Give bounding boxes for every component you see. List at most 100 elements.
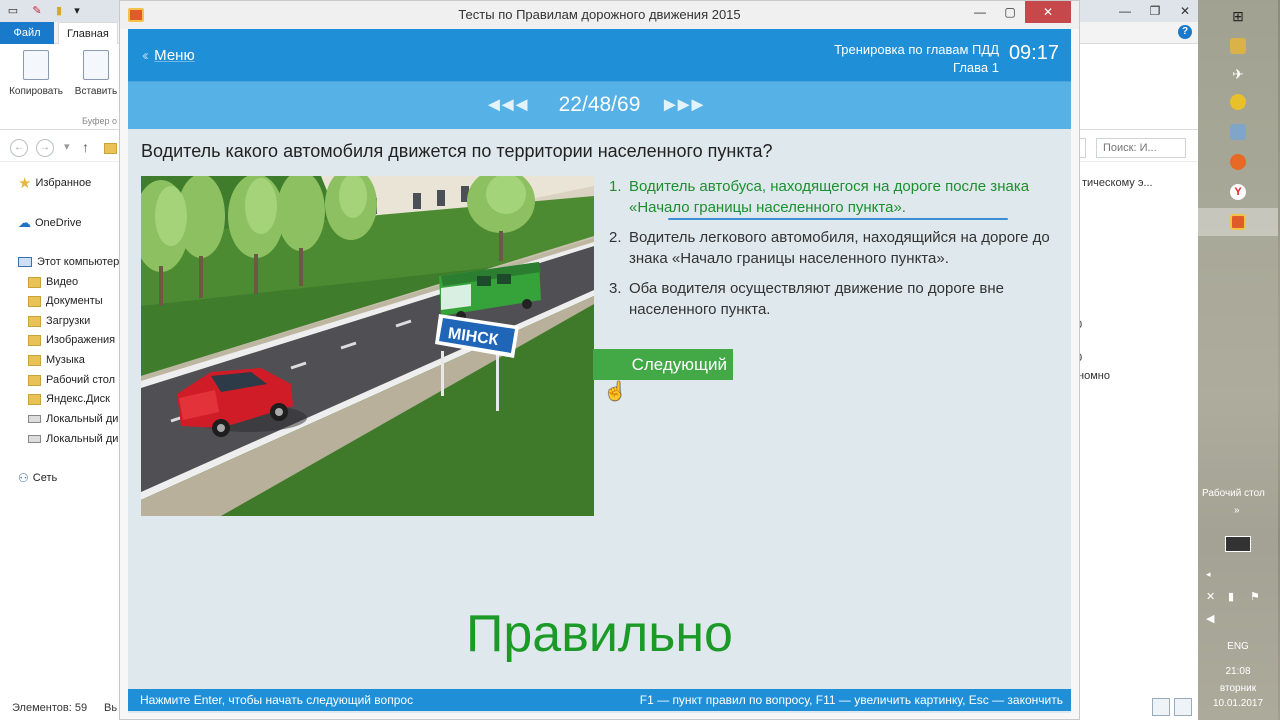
sidebar-item-label: Музыка — [46, 354, 85, 366]
taskbar-app-pdd[interactable] — [1198, 208, 1278, 236]
sidebar-item-desktop[interactable]: Рабочий стол — [28, 371, 115, 389]
sidebar-item-music[interactable]: Музыка — [28, 351, 85, 369]
question-text: Водитель какого автомобиля движется по т… — [141, 141, 773, 161]
airplane-icon: ✈ — [1232, 65, 1244, 82]
pdd-test-window: Тесты по Правилам дорожного движения 201… — [119, 0, 1080, 720]
folder-icon — [28, 315, 41, 327]
minimize-icon[interactable]: — — [965, 1, 995, 23]
taskbar-tray: ⊞ ✈ Y Рабочий стол » ◂ ✕ ▮ ⚑ ◀ ENG 21:08… — [1198, 0, 1280, 720]
sidebar-item-downloads[interactable]: Загрузки — [28, 312, 90, 330]
menu-button[interactable]: ‹‹ Меню — [142, 47, 195, 64]
timer: 09:17 — [1008, 42, 1059, 64]
up-icon[interactable]: ↑ — [82, 139, 89, 155]
sidebar-item-local-disk-2[interactable]: Локальный ди — [28, 430, 118, 448]
minimize-icon[interactable]: — — [1110, 0, 1140, 22]
answer-list: 1. Водитель автобуса, находящегося на до… — [609, 177, 1059, 330]
status-item-count: Элементов: 59 — [12, 702, 88, 714]
photos-icon — [1230, 124, 1246, 140]
answer-number: 2. — [609, 229, 622, 246]
question-illustration[interactable]: МІНСК — [141, 176, 594, 516]
search-input[interactable] — [1096, 138, 1186, 158]
quick-access-dropdown-icon[interactable]: ▾ — [70, 4, 84, 18]
tab-home[interactable]: Главная — [58, 22, 118, 44]
sidebar-item-local-disk-1[interactable]: Локальный ди — [28, 410, 118, 428]
folder-icon — [104, 143, 117, 154]
details-view-icon[interactable] — [1152, 698, 1170, 716]
action-center-icon[interactable]: ⚑ — [1250, 590, 1260, 603]
clock-time[interactable]: 21:08 — [1198, 666, 1278, 677]
copy-label: Копировать — [9, 86, 63, 97]
next-question-arrow[interactable]: ►►► — [660, 94, 707, 117]
firefox-icon — [1230, 154, 1246, 170]
sidebar-item-video[interactable]: Видео — [28, 273, 78, 291]
sidebar-item-network[interactable]: ⚇ Сеть — [18, 469, 57, 487]
sidebar-item-favorites[interactable]: ★ Избранное — [18, 174, 91, 192]
navigation-pane: ★ Избранное ☁ OneDrive Этот компьютер Ви… — [0, 170, 125, 690]
answer-option-2[interactable]: 2. Водитель легкового автомобиля, находя… — [609, 228, 1059, 269]
large-icons-view-icon[interactable] — [1174, 698, 1192, 716]
app-window-controls: — ▢ ✕ — [965, 1, 1071, 23]
result-message: Правильно — [466, 605, 733, 663]
paste-label: Вставить — [74, 86, 118, 97]
recent-dropdown-icon[interactable]: ▾ — [64, 140, 70, 153]
taskbar-app-yandex[interactable]: Y — [1198, 178, 1278, 206]
question-counter: 22/48/69 — [558, 93, 641, 116]
help-icon[interactable]: ? — [1178, 25, 1192, 39]
sidebar-item-documents[interactable]: Документы — [28, 292, 103, 310]
sidebar-item-label: Этот компьютер — [37, 256, 120, 268]
new-folder-icon[interactable]: ▮ — [52, 4, 66, 18]
taskbar-app-photos[interactable] — [1198, 118, 1278, 146]
paste-icon — [83, 50, 109, 80]
close-icon[interactable]: ✕ — [1170, 0, 1200, 22]
view-switcher — [1152, 698, 1192, 716]
folder-icon — [28, 393, 41, 405]
taskbar-app-plane[interactable]: ✈ — [1198, 60, 1278, 88]
maximize-icon[interactable]: ▢ — [995, 1, 1025, 23]
maximize-icon[interactable]: ❐ — [1140, 0, 1170, 22]
menu-label: Меню — [154, 47, 195, 64]
sidebar-item-label: Локальный ди — [46, 413, 119, 425]
clipboard-group-label: Буфер о — [82, 116, 118, 126]
hint-footer: Нажмите Enter, чтобы начать следующий во… — [128, 689, 1071, 711]
battery-icon[interactable]: ▮ — [1228, 590, 1234, 603]
properties-icon[interactable]: ✎ — [30, 4, 44, 18]
start-icon[interactable]: ⊞ — [1198, 2, 1278, 30]
sidebar-item-label: OneDrive — [35, 217, 82, 229]
computer-icon — [18, 257, 32, 267]
answer-option-1[interactable]: 1. Водитель автобуса, находящегося на до… — [609, 177, 1059, 218]
taskbar-app-explorer[interactable] — [1198, 32, 1278, 60]
tab-file[interactable]: Файл — [0, 22, 54, 44]
file-list-text: номно — [1078, 370, 1110, 382]
sidebar-item-label: Загрузки — [46, 315, 91, 327]
keyboard-icon[interactable] — [1225, 536, 1251, 552]
network-status-icon[interactable]: ✕ — [1206, 590, 1215, 603]
app-titlebar: Тесты по Правилам дорожного движения 201… — [120, 1, 1079, 29]
answer-text: Водитель автобуса, находящегося на дорог… — [629, 178, 1030, 216]
sidebar-item-yandex-disk[interactable]: Яндекс.Диск — [28, 390, 110, 408]
hand-cursor-icon: ☝ — [604, 381, 627, 401]
taskbar-app-warning[interactable] — [1198, 88, 1278, 116]
copy-button[interactable]: Копировать — [6, 50, 66, 97]
sidebar-item-pictures[interactable]: Изображения — [28, 331, 115, 349]
sidebar-item-label: Видео — [46, 276, 79, 288]
paste-button[interactable]: Вставить — [66, 50, 126, 97]
explorer-icon — [1230, 38, 1246, 54]
drive-icon — [28, 435, 41, 443]
folder-icon — [28, 295, 41, 307]
close-icon[interactable]: ✕ — [1025, 1, 1071, 23]
back-icon[interactable]: ← — [10, 139, 28, 157]
chevron-down-icon[interactable]: » — [1234, 505, 1240, 516]
desktop-toolbar-label[interactable]: Рабочий стол — [1202, 488, 1265, 499]
question-navigator: ◄◄◄ 22/48/69 ►►► — [128, 81, 1071, 129]
sidebar-item-onedrive[interactable]: ☁ OneDrive — [18, 214, 81, 232]
next-button[interactable]: Следующий — [593, 349, 733, 380]
sidebar-item-this-pc[interactable]: Этот компьютер — [18, 253, 119, 271]
chevron-left-icon: ‹‹ — [142, 47, 149, 64]
answer-option-3[interactable]: 3. Оба водителя осуществляют движение по… — [609, 279, 1059, 320]
app-header: ‹‹ Меню Тренировка по главам ПДД Глава 1… — [128, 29, 1071, 81]
language-indicator[interactable]: ENG — [1198, 641, 1278, 652]
tray-expand-icon[interactable]: ◂ — [1206, 569, 1211, 580]
taskbar-app-firefox[interactable] — [1198, 148, 1278, 176]
volume-icon[interactable]: ◀ — [1206, 612, 1214, 625]
forward-icon[interactable]: → — [36, 139, 54, 157]
